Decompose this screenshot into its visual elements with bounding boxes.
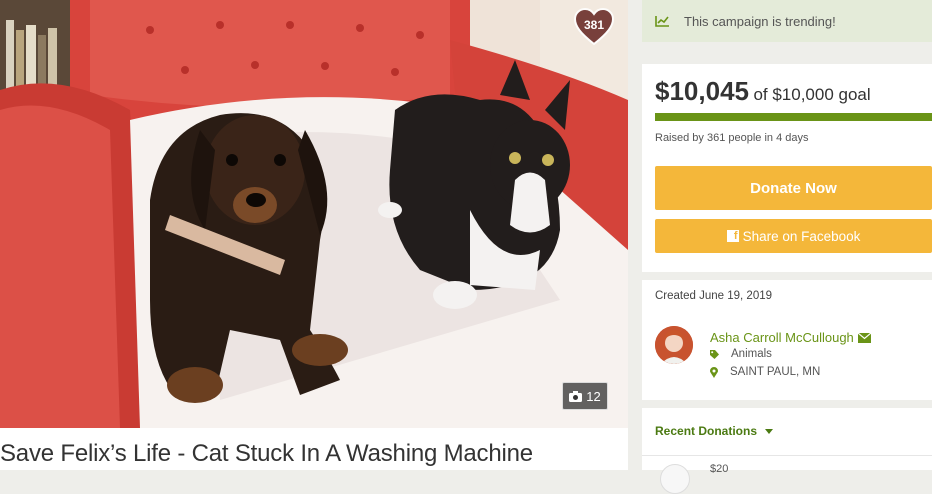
tag-icon xyxy=(710,349,719,359)
location-row: SAINT PAUL, MN xyxy=(710,366,820,378)
photo-gallery-button[interactable]: 12 xyxy=(562,382,608,410)
favorite-heart-button[interactable]: 381 xyxy=(574,8,614,46)
campaign-title: Save Felix’s Life - Cat Stuck In A Washi… xyxy=(0,440,533,467)
recent-donations-toggle[interactable]: Recent Donations xyxy=(655,424,774,438)
created-date: Created June 19, 2019 xyxy=(655,290,773,302)
map-pin-icon xyxy=(710,366,718,378)
raised-meta: Raised by 361 people in 4 days xyxy=(655,132,809,144)
donate-button[interactable]: Donate Now xyxy=(655,166,932,210)
heart-count: 381 xyxy=(583,18,605,32)
trend-chart-icon xyxy=(655,16,669,27)
facebook-icon: f xyxy=(726,230,739,242)
avatar[interactable] xyxy=(655,326,693,364)
progress-fill xyxy=(655,113,932,121)
trending-text: This campaign is trending! xyxy=(684,13,836,29)
category-label: Animals xyxy=(731,348,772,360)
goal-text: of $10,000 goal xyxy=(753,85,871,104)
donor-avatar xyxy=(660,464,690,494)
raised-amount: $10,045 xyxy=(655,76,749,106)
photo-count: 12 xyxy=(586,388,601,404)
campaign-photo-illustration xyxy=(0,0,628,428)
organizer-card: Created June 19, 2019 Asha Carroll McCul… xyxy=(642,280,932,400)
camera-icon xyxy=(569,390,583,402)
divider xyxy=(642,455,932,456)
campaign-photo[interactable]: 381 12 xyxy=(0,0,628,428)
trending-banner: This campaign is trending! xyxy=(642,0,932,42)
caret-down-icon xyxy=(765,428,774,434)
share-label: Share on Facebook xyxy=(742,228,861,244)
recent-donations-label: Recent Donations xyxy=(655,424,758,438)
raised-summary: $10,045 of $10,000 goal xyxy=(655,76,871,107)
campaign-main: 381 12 Save Felix’s Life - Cat Stuck In … xyxy=(0,0,628,470)
mail-icon[interactable] xyxy=(857,332,871,343)
progress-bar xyxy=(655,113,932,121)
share-facebook-button[interactable]: f Share on Facebook xyxy=(655,219,932,253)
location-label: SAINT PAUL, MN xyxy=(730,366,821,378)
category-row[interactable]: Animals xyxy=(710,348,772,360)
organizer-name: Asha Carroll McCullough xyxy=(710,330,854,345)
donor-amount: $20 xyxy=(710,463,729,475)
organizer-name-link[interactable]: Asha Carroll McCullough xyxy=(710,330,871,345)
recent-donations-card: Recent Donations $20 xyxy=(642,408,932,494)
